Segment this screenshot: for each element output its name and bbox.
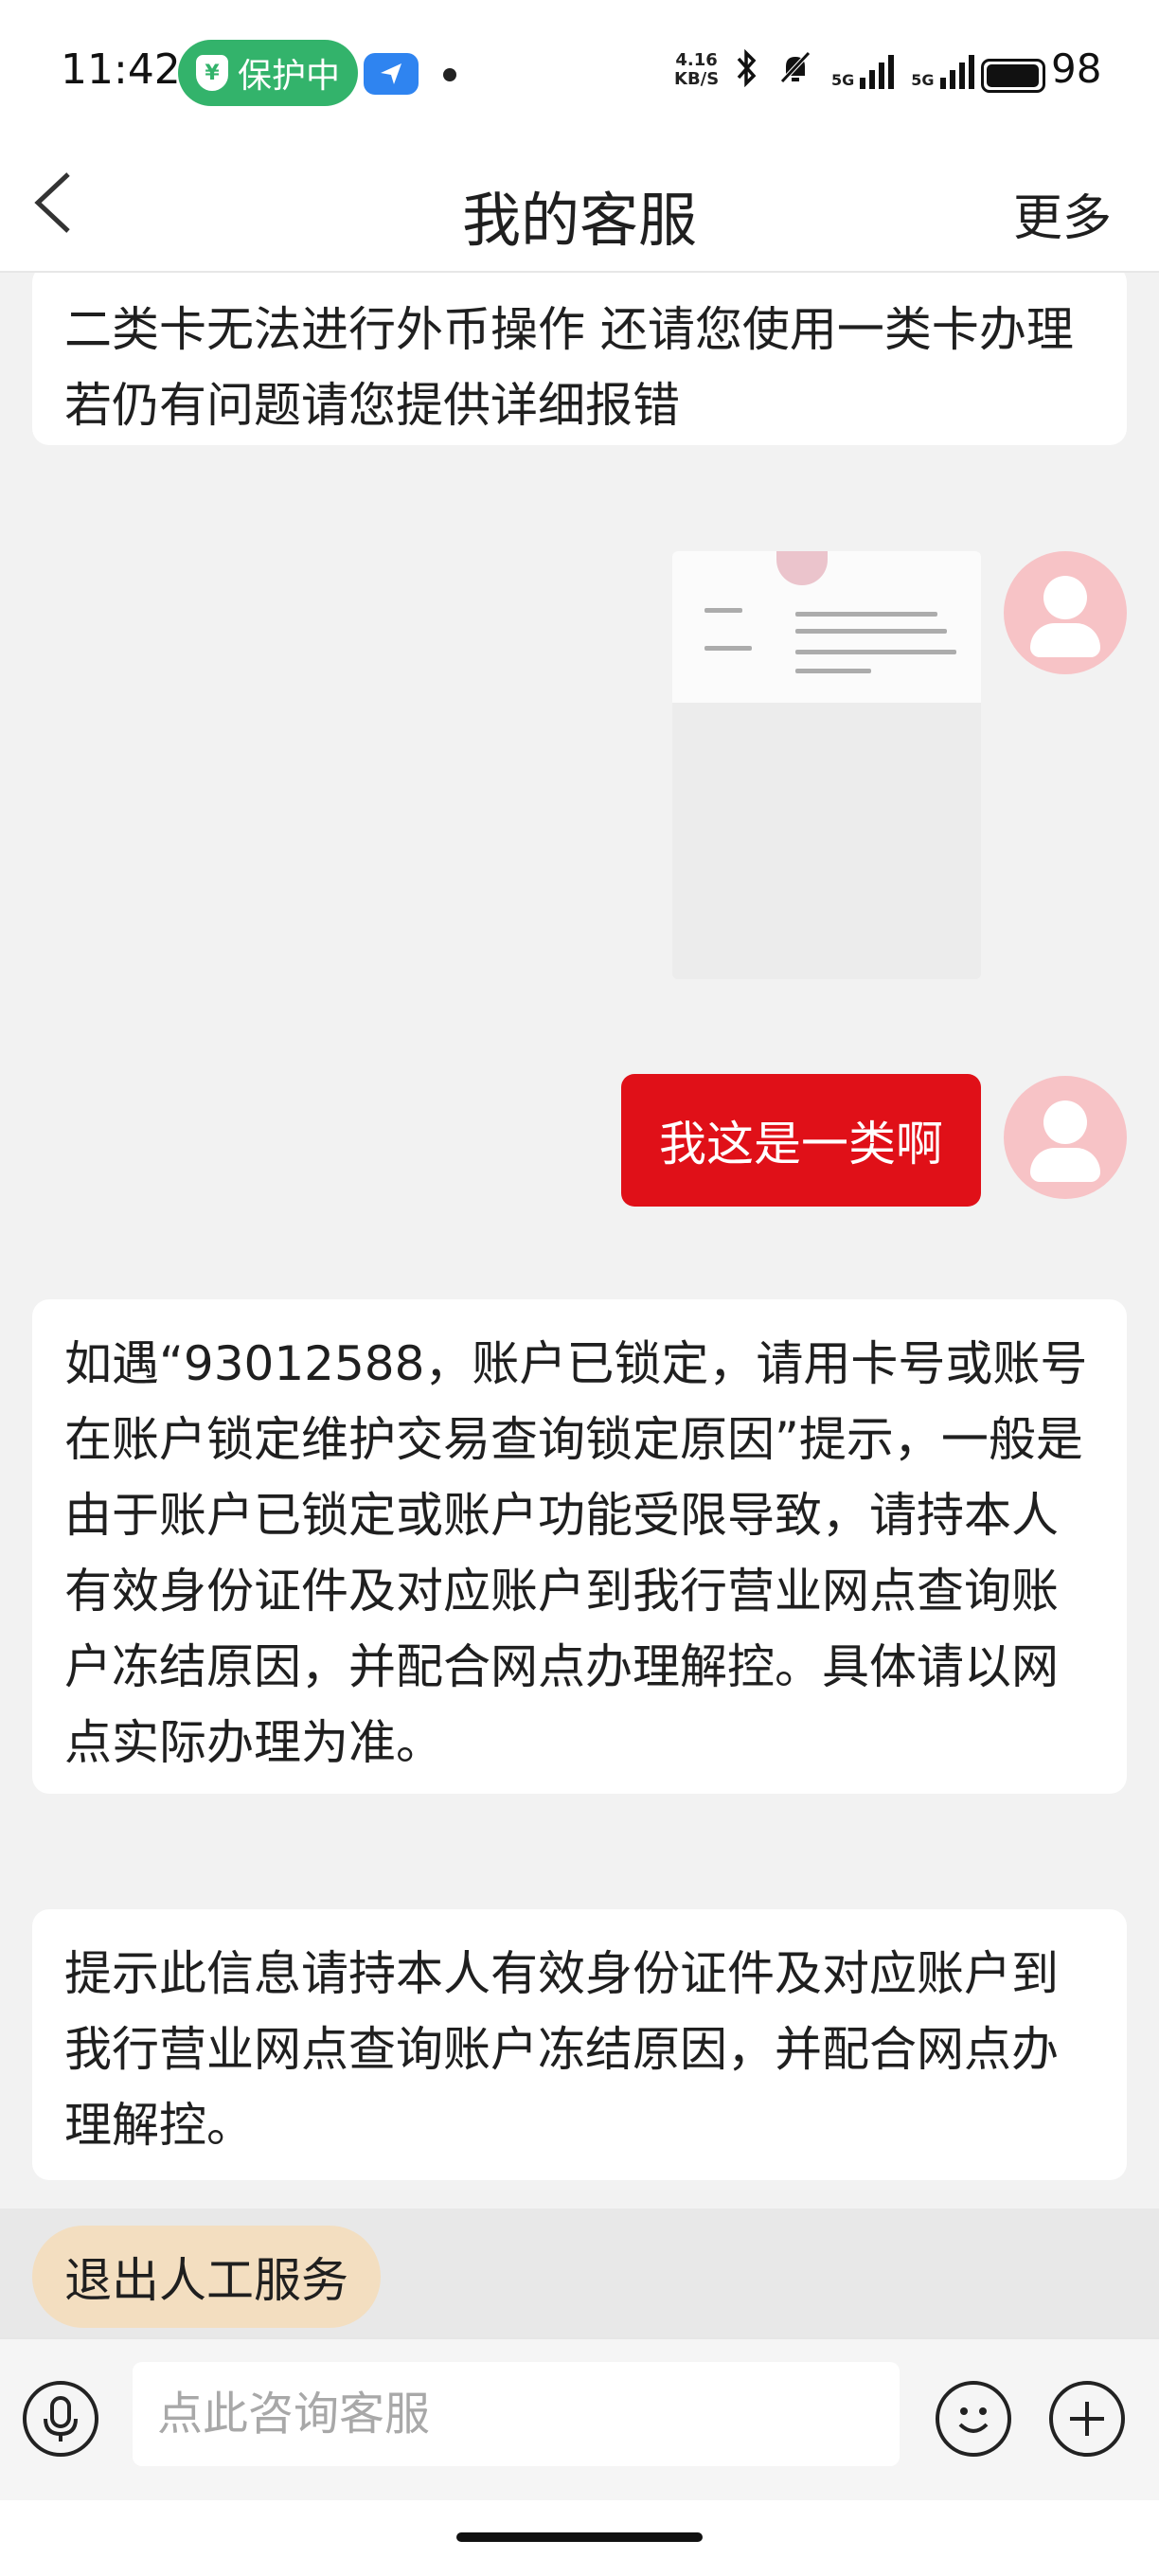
message-text: 提示此信息请持本人有效身份证件及对应账户到我行营业网点查询账户冻结原因，并配合网… bbox=[64, 1946, 1059, 2153]
user-message: 我这是一类啊 bbox=[621, 1074, 981, 1207]
home-indicator[interactable] bbox=[456, 2532, 703, 2542]
status-time: 11:42 bbox=[61, 45, 181, 94]
message-text: 如遇“93012588，账户已锁定，请用卡号或账号在账户锁定维护交易查询锁定原因… bbox=[64, 1336, 1088, 1770]
user-avatar-icon bbox=[1004, 551, 1127, 674]
signal-icon: 5G bbox=[831, 55, 895, 89]
chat-area[interactable]: 二类卡无法进行外币操作 还请您使用一类卡办理 若仍有问题请您提供详细报错 我这是… bbox=[0, 273, 1159, 2209]
page-header: 我的客服 更多 bbox=[0, 142, 1159, 273]
network-speed: 4.16 KB/S bbox=[674, 51, 719, 89]
status-bar: 11:42 ¥ 保护中 4.16 KB/S 5G 5G 98 bbox=[0, 0, 1159, 142]
message-text: 二类卡无法进行外币操作 还请您使用一类卡办理 若仍有问题请您提供详细报错 bbox=[64, 302, 1074, 433]
shield-icon: ¥ bbox=[195, 55, 228, 91]
emoji-icon[interactable] bbox=[936, 2381, 1011, 2457]
network-type-2: 5G bbox=[911, 71, 935, 89]
service-bar: 退出人工服务 bbox=[0, 2209, 1159, 2337]
page-title: 我的客服 bbox=[461, 186, 697, 255]
agent-message: 二类卡无法进行外币操作 还请您使用一类卡办理 若仍有问题请您提供详细报错 bbox=[32, 273, 1127, 445]
protect-label: 保护中 bbox=[237, 57, 340, 96]
exit-human-service-button[interactable]: 退出人工服务 bbox=[32, 2226, 381, 2328]
more-button[interactable]: 更多 bbox=[1013, 178, 1112, 249]
agent-message: 如遇“93012588，账户已锁定，请用卡号或账号在账户锁定维护交易查询锁定原因… bbox=[32, 1299, 1127, 1794]
signal-icon-2: 5G bbox=[911, 55, 974, 89]
message-text: 我这是一类啊 bbox=[659, 1117, 943, 1172]
microphone-icon[interactable] bbox=[23, 2381, 98, 2457]
image-message[interactable] bbox=[672, 551, 981, 979]
mute-bell-icon bbox=[776, 49, 814, 95]
protect-status-badge[interactable]: ¥ 保护中 bbox=[178, 40, 358, 106]
plus-icon[interactable] bbox=[1049, 2381, 1125, 2457]
image-thumbnail bbox=[672, 551, 981, 703]
network-speed-unit: KB/S bbox=[674, 69, 720, 89]
agent-message: 提示此信息请持本人有效身份证件及对应账户到我行营业网点查询账户冻结原因，并配合网… bbox=[32, 1909, 1127, 2180]
bluetooth-icon bbox=[735, 48, 759, 95]
battery-level: 98 bbox=[1051, 45, 1102, 92]
network-speed-value: 4.16 bbox=[675, 50, 718, 70]
user-avatar-icon bbox=[1004, 1076, 1127, 1199]
input-bar bbox=[0, 2337, 1159, 2500]
battery-icon bbox=[981, 59, 1045, 93]
network-type-1: 5G bbox=[831, 71, 855, 89]
navigation-arrow-icon bbox=[364, 53, 419, 95]
status-icons: 5G 5G bbox=[735, 48, 974, 95]
notification-dot-icon bbox=[443, 68, 456, 81]
chat-input[interactable] bbox=[133, 2362, 900, 2466]
